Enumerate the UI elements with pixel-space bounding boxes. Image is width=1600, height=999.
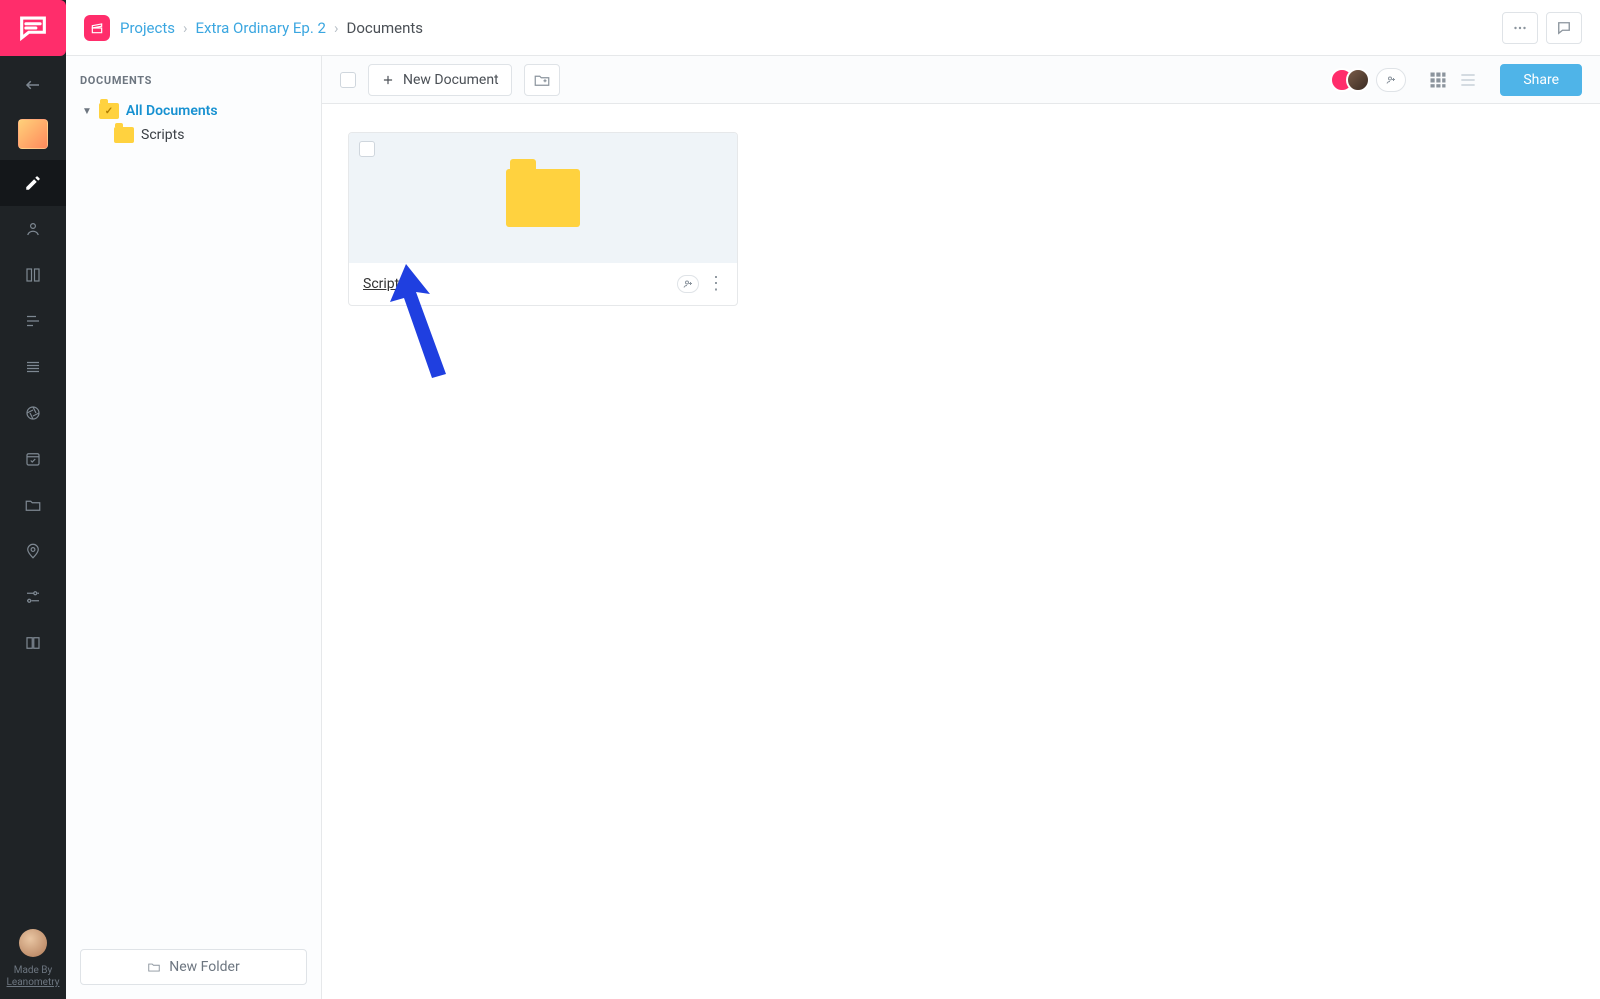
person-plus-icon — [682, 278, 694, 290]
card-more-button[interactable]: ⋮ — [707, 275, 723, 293]
folder-icon — [114, 127, 134, 143]
documents-grid: Scripts ⋮ — [322, 104, 1600, 334]
grid-icon — [1428, 70, 1448, 90]
share-label: Share — [1523, 72, 1559, 88]
credit-text: Made By Leanometry — [7, 965, 60, 989]
comments-button[interactable] — [1546, 12, 1582, 44]
left-rail: Made By Leanometry — [0, 0, 66, 999]
nav-settings[interactable] — [0, 574, 66, 620]
nav-edit[interactable] — [0, 160, 66, 206]
app-logo[interactable] — [0, 0, 66, 56]
nav-calendar[interactable] — [0, 436, 66, 482]
folder-check-icon — [99, 103, 119, 119]
breadcrumb: Projects › Extra Ordinary Ep. 2 › Docume… — [120, 19, 423, 37]
chat-bubble-icon — [16, 11, 50, 45]
card-checkbox[interactable] — [359, 141, 375, 157]
chat-icon — [1555, 19, 1573, 37]
user-avatar[interactable] — [19, 929, 47, 957]
nav-people[interactable] — [0, 206, 66, 252]
breadcrumb-project-name[interactable]: Extra Ordinary Ep. 2 — [196, 19, 326, 37]
nav-files[interactable] — [0, 482, 66, 528]
nav-list[interactable] — [0, 298, 66, 344]
select-all-checkbox[interactable] — [340, 72, 356, 88]
person-plus-icon — [1385, 74, 1397, 86]
folder-tree: ▼ All Documents Scripts — [80, 99, 307, 147]
new-document-label: New Document — [403, 72, 499, 88]
tree-root-label: All Documents — [126, 103, 218, 119]
pin-icon — [24, 542, 42, 560]
rows-icon — [24, 358, 42, 376]
project-chip[interactable] — [84, 15, 110, 41]
pencil-icon — [24, 174, 42, 192]
columns-icon — [24, 266, 42, 284]
list-icon — [1458, 70, 1478, 90]
card-share-button[interactable] — [677, 275, 699, 293]
calendar-check-icon — [24, 450, 42, 468]
list-view-button[interactable] — [1458, 70, 1478, 90]
nav-boards[interactable] — [0, 252, 66, 298]
share-button[interactable]: Share — [1500, 64, 1582, 96]
chevron-right-icon: › — [183, 19, 188, 37]
breadcrumb-projects[interactable]: Projects — [120, 19, 175, 37]
sidepanel-section-title: DOCUMENTS — [80, 74, 307, 87]
folder-icon — [24, 496, 42, 514]
new-folder-label: New Folder — [169, 959, 239, 975]
folder-large-icon — [506, 169, 580, 227]
documents-toolbar: New Document Share — [322, 56, 1600, 104]
tree-root-all-documents[interactable]: ▼ All Documents — [80, 99, 307, 123]
arrow-left-icon — [24, 76, 42, 94]
nav-reel[interactable] — [0, 390, 66, 436]
add-collaborator-button[interactable] — [1376, 68, 1406, 92]
book-icon — [24, 634, 42, 652]
chevron-right-icon: › — [334, 19, 339, 37]
nav-location[interactable] — [0, 528, 66, 574]
more-button[interactable] — [1502, 12, 1538, 44]
nav-project-thumb[interactable] — [0, 108, 66, 160]
view-toggle — [1428, 70, 1478, 90]
tree-item-label: Scripts — [141, 127, 184, 143]
documents-sidepanel: DOCUMENTS ▼ All Documents Scripts New Fo… — [66, 56, 322, 999]
nav-rows[interactable] — [0, 344, 66, 390]
collaborator-avatars — [1330, 68, 1406, 92]
folder-card[interactable]: Scripts ⋮ — [348, 132, 738, 306]
project-thumbnail-icon — [18, 119, 48, 149]
folder-plus-icon — [533, 71, 551, 89]
credit-by: Made By — [7, 965, 60, 977]
tree-item-scripts[interactable]: Scripts — [80, 123, 307, 147]
avatar[interactable] — [1346, 68, 1370, 92]
folder-outline-icon — [147, 960, 161, 974]
main-area: New Document Share — [322, 56, 1600, 999]
new-folder-toolbar-button[interactable] — [524, 64, 560, 96]
nav-docs[interactable] — [0, 620, 66, 666]
plus-icon — [381, 73, 395, 87]
nav-back[interactable] — [0, 62, 66, 108]
person-icon — [24, 220, 42, 238]
new-document-button[interactable]: New Document — [368, 64, 512, 96]
folder-card-name[interactable]: Scripts — [363, 276, 406, 292]
clapper-icon — [90, 21, 104, 35]
new-folder-button[interactable]: New Folder — [80, 949, 307, 985]
sliders-icon — [24, 588, 42, 606]
ellipsis-icon — [1511, 19, 1529, 37]
list-staggered-icon — [24, 312, 42, 330]
grid-view-button[interactable] — [1428, 70, 1448, 90]
caret-down-icon: ▼ — [82, 106, 92, 117]
aperture-icon — [24, 404, 42, 422]
header-bar: Projects › Extra Ordinary Ep. 2 › Docume… — [66, 0, 1600, 56]
folder-card-thumb — [349, 133, 737, 263]
credit-author: Leanometry — [7, 977, 60, 989]
breadcrumb-current: Documents — [346, 19, 423, 37]
